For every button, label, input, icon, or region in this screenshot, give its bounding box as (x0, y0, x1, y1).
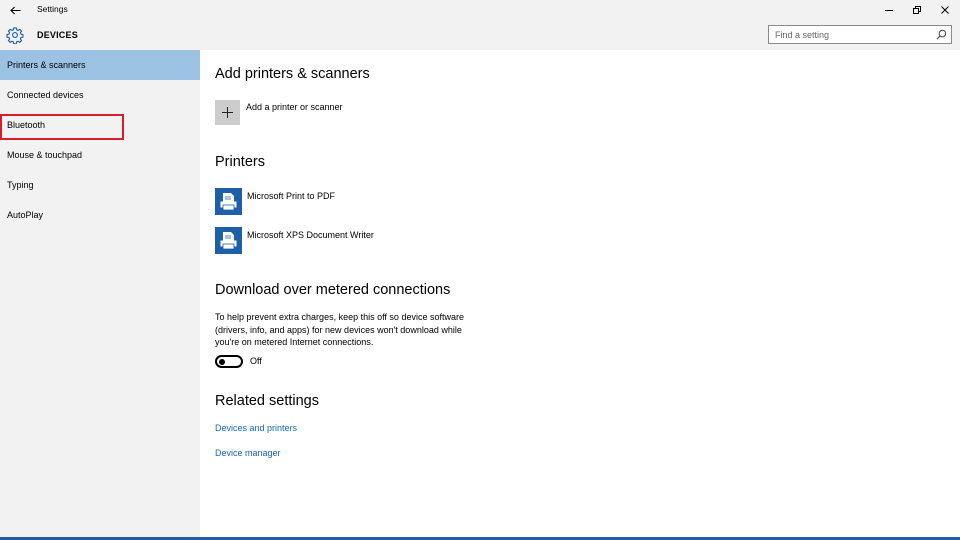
printer-tile-pdf[interactable] (215, 188, 242, 215)
sidebar-item-connected-devices[interactable]: Connected devices (0, 80, 200, 110)
add-printer-button[interactable] (215, 100, 240, 125)
printer-tile-xps[interactable] (215, 227, 242, 254)
sidebar-item-mouse-touchpad[interactable]: Mouse & touchpad (0, 140, 200, 170)
section-title: DEVICES (37, 30, 78, 40)
sidebar-item-typing[interactable]: Typing (0, 170, 200, 200)
printer-label-xps[interactable]: Microsoft XPS Document Writer (247, 230, 374, 240)
sidebar-item-printers-scanners[interactable]: Printers & scanners (0, 50, 200, 80)
back-button[interactable] (6, 2, 24, 18)
sidebar-item-label: Typing (7, 180, 34, 190)
download-description: To help prevent extra charges, keep this… (215, 312, 464, 347)
title-bar: Settings (0, 0, 960, 20)
close-icon (941, 6, 949, 14)
add-printer-label[interactable]: Add a printer or scanner (246, 102, 343, 112)
add-printers-heading: Add printers & scanners (215, 66, 370, 82)
sidebar-item-autoplay[interactable]: AutoPlay (0, 200, 200, 230)
search-box[interactable] (768, 25, 952, 44)
gear-icon (6, 27, 24, 44)
restore-icon (913, 6, 921, 14)
printers-heading: Printers (215, 154, 265, 170)
main-content: Add printers & scanners Add a printer or… (200, 50, 960, 540)
sidebar: Printers & scanners Connected devices Bl… (0, 50, 200, 540)
device-manager-link[interactable]: Device manager (215, 448, 281, 458)
window-title: Settings (37, 4, 68, 14)
metered-download-toggle[interactable] (215, 355, 243, 368)
sidebar-item-label: Mouse & touchpad (7, 150, 83, 160)
minimize-button[interactable] (874, 0, 904, 20)
toggle-knob (219, 358, 225, 365)
sidebar-item-bluetooth[interactable]: Bluetooth (0, 110, 200, 140)
plus-icon (222, 107, 233, 118)
close-button[interactable] (930, 0, 960, 20)
printer-icon (220, 232, 237, 250)
header-bar: DEVICES (0, 20, 960, 50)
back-arrow-icon (9, 6, 20, 14)
minimize-icon (885, 10, 893, 11)
restore-button[interactable] (902, 0, 932, 20)
printer-label-pdf[interactable]: Microsoft Print to PDF (247, 191, 335, 201)
related-settings-heading: Related settings (215, 393, 319, 409)
sidebar-item-label: Connected devices (7, 90, 84, 100)
search-icon[interactable] (936, 29, 947, 40)
settings-window: Settings DEVICES Find a setting Printers… (0, 0, 960, 540)
sidebar-item-label: Bluetooth (7, 120, 46, 130)
toggle-state-label: Off (250, 356, 262, 366)
download-heading: Download over metered connections (215, 282, 451, 298)
printer-icon (220, 193, 237, 211)
devices-and-printers-link[interactable]: Devices and printers (215, 423, 297, 433)
sidebar-item-label: Printers & scanners (7, 60, 86, 70)
sidebar-item-label: AutoPlay (7, 210, 44, 220)
search-input[interactable] (769, 26, 934, 43)
